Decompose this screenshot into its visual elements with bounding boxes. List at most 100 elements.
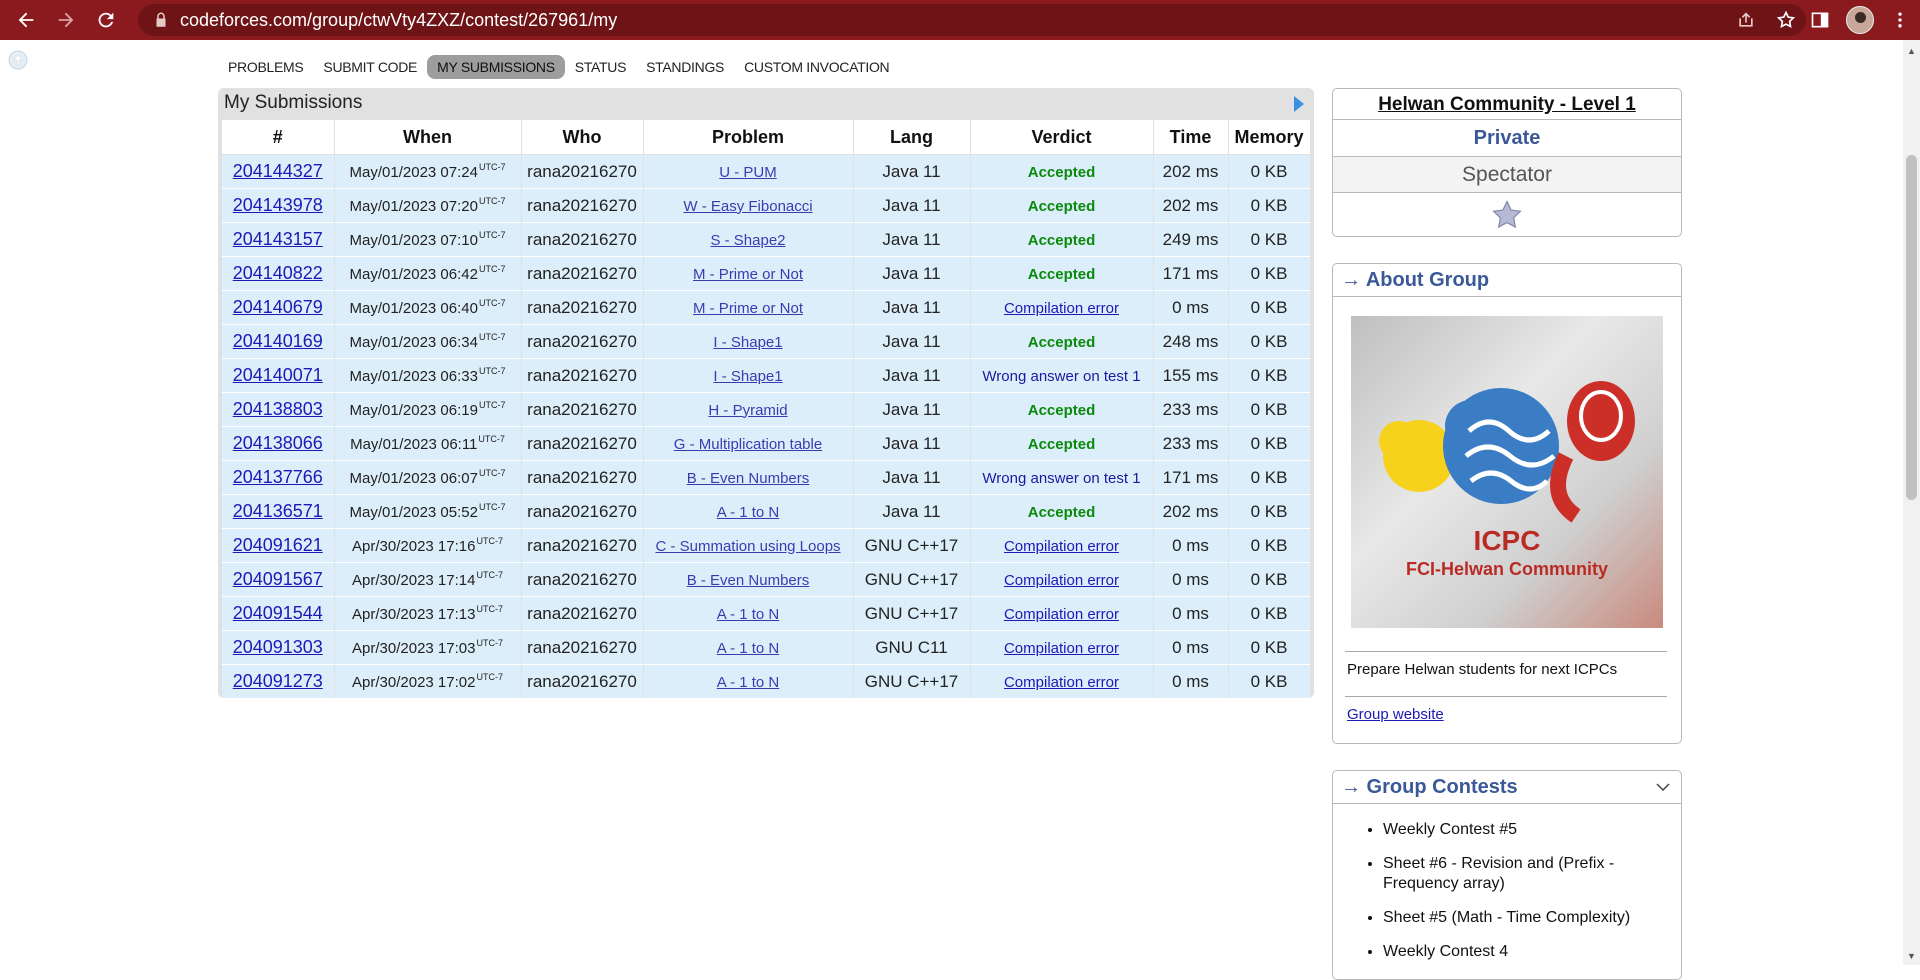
cell-lang: Java 11 (853, 324, 971, 359)
menu-custom-invocation[interactable]: CUSTOM INVOCATION (734, 55, 899, 79)
problem-link[interactable]: S - Shape2 (710, 232, 785, 249)
contest-item[interactable]: Sheet #5 (Math - Time Complexity) (1383, 908, 1681, 928)
verdict-ce[interactable]: Compilation error (1004, 606, 1119, 623)
menu-dots-icon[interactable] (1880, 0, 1920, 40)
menu-my-submissions[interactable]: MY SUBMISSIONS (427, 55, 565, 79)
cell-time: 233 ms (1153, 426, 1229, 461)
menu-problems[interactable]: PROBLEMS (218, 55, 313, 79)
problem-link[interactable]: H - Pyramid (708, 402, 787, 419)
submission-id-link[interactable]: 204143978 (233, 195, 323, 215)
problem-link[interactable]: I - Shape1 (713, 334, 782, 351)
scroll-top-icon[interactable] (8, 50, 28, 70)
cell-time: 202 ms (1153, 154, 1229, 189)
problem-link[interactable]: M - Prime or Not (693, 266, 803, 283)
cell-memory: 0 KB (1228, 358, 1311, 393)
submission-id-link[interactable]: 204091273 (233, 671, 323, 691)
submission-id-link[interactable]: 204140679 (233, 297, 323, 317)
submission-id-link[interactable]: 204140822 (233, 263, 323, 283)
group-info-box: Helwan Community - Level 1 Private Spect… (1332, 88, 1682, 237)
back-icon[interactable] (6, 0, 46, 40)
submission-id-link[interactable]: 204140071 (233, 365, 323, 385)
cell-when: May/01/2023 06:33UTC-7 (334, 358, 522, 393)
cell-lang: GNU C++17 (853, 562, 971, 597)
col-memory: Memory (1228, 120, 1311, 155)
table-row: 204138803 May/01/2023 06:19UTC-7 rana20216… (222, 392, 1311, 427)
cell-id: 204140071 (222, 358, 335, 393)
cell-lang: Java 11 (853, 426, 971, 461)
page-scrollbar[interactable]: ▲ ▼ (1903, 40, 1920, 965)
cell-who: rana20216270 (521, 528, 644, 563)
verdict-ce[interactable]: Compilation error (1004, 300, 1119, 317)
submission-id-link[interactable]: 204091303 (233, 637, 323, 657)
timezone-label: UTC-7 (478, 366, 506, 376)
submission-id-link[interactable]: 204136571 (233, 501, 323, 521)
verdict-ok: Accepted (1027, 333, 1096, 351)
problem-link[interactable]: G - Multiplication table (674, 436, 822, 453)
submission-id-link[interactable]: 204138803 (233, 399, 323, 419)
chevron-down-icon[interactable] (1655, 779, 1671, 795)
cell-time: 248 ms (1153, 324, 1229, 359)
timezone-label: UTC-7 (478, 196, 506, 206)
cell-when: May/01/2023 06:42UTC-7 (334, 256, 522, 291)
address-bar[interactable]: codeforces.com/group/ctwVty4ZXZ/contest/… (138, 4, 1806, 36)
submission-id-link[interactable]: 204137766 (233, 467, 323, 487)
submission-id-link[interactable]: 204091567 (233, 569, 323, 589)
problem-link[interactable]: A - 1 to N (717, 606, 780, 623)
group-role: Spectator (1333, 157, 1681, 193)
contest-item[interactable]: Weekly Contest #5 (1383, 820, 1681, 840)
timezone-label: UTC-7 (478, 502, 506, 512)
problem-link[interactable]: W - Easy Fibonacci (683, 198, 812, 215)
divider (1345, 696, 1667, 697)
submission-id-link[interactable]: 204091544 (233, 603, 323, 623)
cell-when: Apr/30/2023 17:14UTC-7 (334, 562, 522, 597)
contest-item[interactable]: Weekly Contest 4 (1383, 942, 1681, 962)
side-panel-icon[interactable] (1800, 0, 1840, 40)
group-website-link[interactable]: Group website (1347, 706, 1444, 723)
share-icon[interactable] (1726, 4, 1766, 36)
scroll-down-arrow-icon[interactable]: ▼ (1906, 951, 1917, 961)
cell-time: 155 ms (1153, 358, 1229, 393)
verdict-ce[interactable]: Compilation error (1004, 640, 1119, 657)
verdict-ce[interactable]: Compilation error (1004, 572, 1119, 589)
scroll-thumb[interactable] (1906, 155, 1917, 500)
table-row: 204140169 May/01/2023 06:34UTC-7 rana20216… (222, 324, 1311, 359)
verdict-ce[interactable]: Compilation error (1004, 538, 1119, 555)
url-text[interactable]: codeforces.com/group/ctwVty4ZXZ/contest/… (180, 10, 617, 31)
menu-standings[interactable]: STANDINGS (636, 55, 734, 79)
problem-link[interactable]: A - 1 to N (717, 504, 780, 521)
submission-id-link[interactable]: 204144327 (233, 161, 323, 181)
problem-link[interactable]: B - Even Numbers (687, 572, 810, 589)
verdict-ce[interactable]: Compilation error (1004, 674, 1119, 691)
problem-link[interactable]: C - Summation using Loops (655, 538, 840, 555)
problem-link[interactable]: U - PUM (719, 164, 777, 181)
timezone-label: UTC-7 (478, 468, 506, 478)
cell-memory: 0 KB (1228, 324, 1311, 359)
next-page-arrow-icon[interactable] (1294, 96, 1304, 112)
group-name[interactable]: Helwan Community - Level 1 (1333, 89, 1681, 120)
contest-item[interactable]: Sheet #6 - Revision and (Prefix - Freque… (1383, 854, 1681, 894)
problem-link[interactable]: A - 1 to N (717, 640, 780, 657)
reload-icon[interactable] (86, 0, 126, 40)
submission-id-link[interactable]: 204140169 (233, 331, 323, 351)
submission-id-link[interactable]: 204138066 (233, 433, 323, 453)
forward-icon[interactable] (46, 0, 86, 40)
cell-verdict: Compilation error (970, 528, 1154, 563)
scroll-up-arrow-icon[interactable]: ▲ (1906, 46, 1917, 56)
submission-time: Apr/30/2023 17:02 (352, 674, 476, 691)
problem-link[interactable]: I - Shape1 (713, 368, 782, 385)
cell-lang: Java 11 (853, 358, 971, 393)
problem-link[interactable]: B - Even Numbers (687, 470, 810, 487)
lock-icon[interactable] (152, 11, 170, 29)
profile-avatar[interactable] (1840, 0, 1880, 40)
submission-id-link[interactable]: 204143157 (233, 229, 323, 249)
cell-time: 0 ms (1153, 596, 1229, 631)
cell-id: 204091303 (222, 630, 335, 665)
menu-submit-code[interactable]: SUBMIT CODE (313, 55, 427, 79)
favourite-star-icon[interactable] (1333, 193, 1681, 237)
cell-memory: 0 KB (1228, 426, 1311, 461)
cell-problem: M - Prime or Not (643, 256, 854, 291)
menu-status[interactable]: STATUS (565, 55, 636, 79)
submission-id-link[interactable]: 204091621 (233, 535, 323, 555)
problem-link[interactable]: A - 1 to N (717, 674, 780, 691)
problem-link[interactable]: M - Prime or Not (693, 300, 803, 317)
